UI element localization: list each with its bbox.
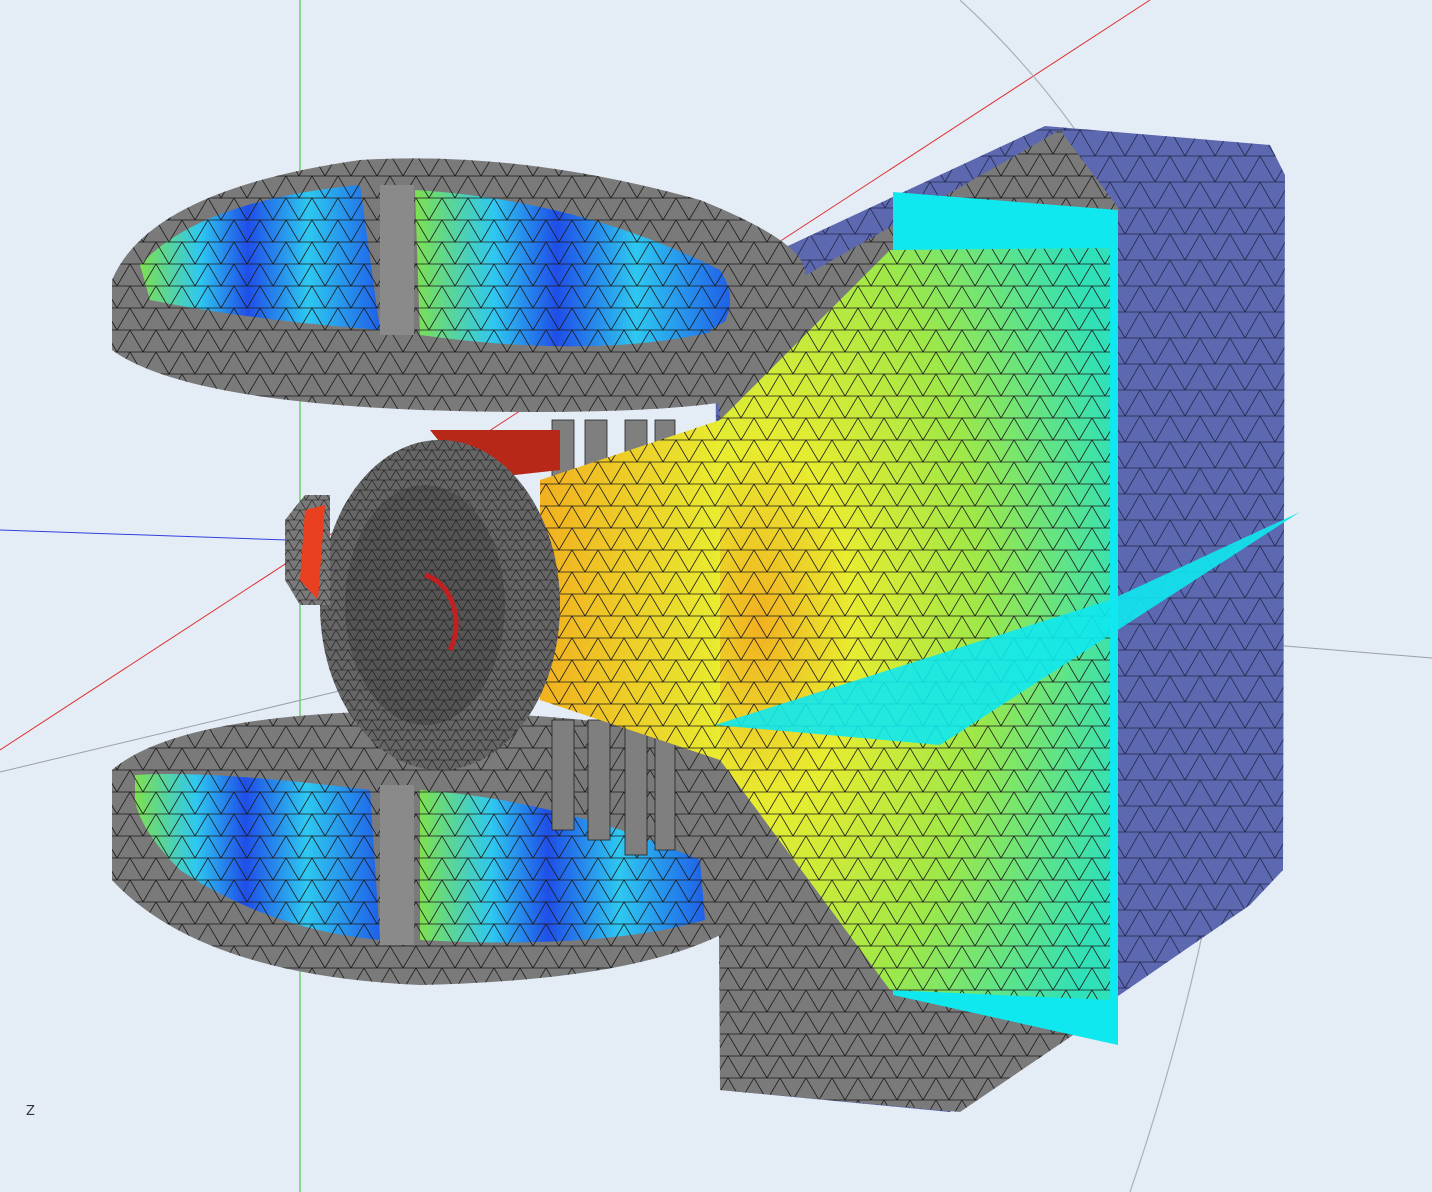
fem-mesh-scene[interactable] — [0, 0, 1432, 1192]
3d-viewport[interactable]: Z — [0, 0, 1432, 1192]
z-axis-label: Z — [26, 1104, 35, 1119]
top-dish-mesh[interactable] — [112, 158, 805, 412]
connector-mesh[interactable] — [285, 495, 330, 605]
waveguide-cone[interactable] — [540, 420, 720, 760]
feed-disk-mesh[interactable] — [320, 440, 560, 770]
